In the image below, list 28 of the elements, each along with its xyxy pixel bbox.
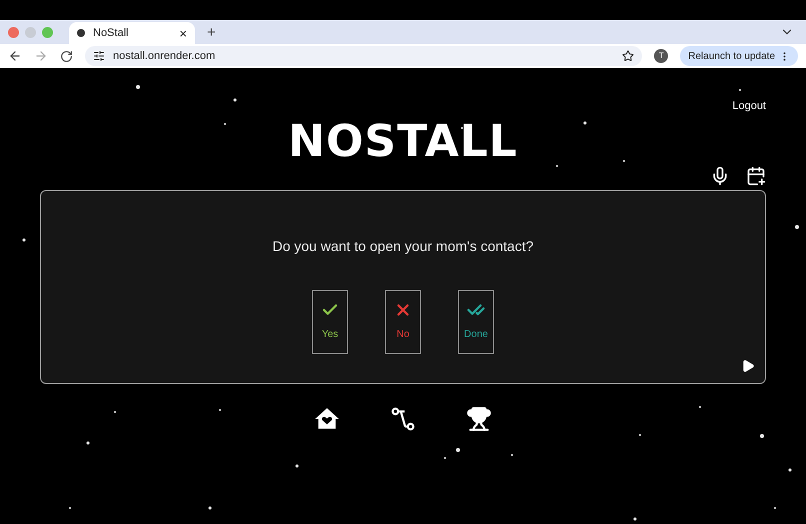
answer-label: Done xyxy=(464,328,488,342)
answer-button[interactable]: No xyxy=(385,290,421,354)
browser-tab[interactable]: NoStall × xyxy=(69,22,195,44)
url-text: nostall.onrender.com xyxy=(113,48,216,64)
answer-label: No xyxy=(396,328,410,342)
path-route-icon[interactable] xyxy=(390,406,416,432)
tab-title: NoStall xyxy=(93,26,130,41)
play-icon[interactable] xyxy=(741,358,755,372)
bookmark-star-icon[interactable] xyxy=(622,50,634,62)
profile-avatar[interactable]: T xyxy=(654,49,668,63)
answer-button[interactable]: Done xyxy=(458,290,494,354)
favicon-icon xyxy=(77,29,85,37)
relaunch-button[interactable]: Relaunch to update xyxy=(680,46,798,66)
address-bar[interactable]: nostall.onrender.com xyxy=(85,46,642,66)
reload-icon[interactable] xyxy=(60,50,73,62)
relaunch-label: Relaunch to update xyxy=(688,50,775,64)
home-heart-icon[interactable] xyxy=(314,406,340,432)
logo: NOSTALL xyxy=(288,120,518,164)
trophy-icon[interactable] xyxy=(466,406,492,432)
calendar-add-icon[interactable] xyxy=(746,166,766,186)
answer-button[interactable]: Yes xyxy=(312,290,348,354)
site-settings-icon[interactable] xyxy=(93,50,105,62)
new-tab-button[interactable]: + xyxy=(203,22,220,44)
back-icon[interactable] xyxy=(8,49,22,63)
tab-close-button[interactable]: × xyxy=(179,26,187,40)
question-text: Do you want to open your mom's contact? xyxy=(272,236,534,256)
logout-link[interactable]: Logout xyxy=(732,98,766,114)
answer-label: Yes xyxy=(322,328,338,342)
